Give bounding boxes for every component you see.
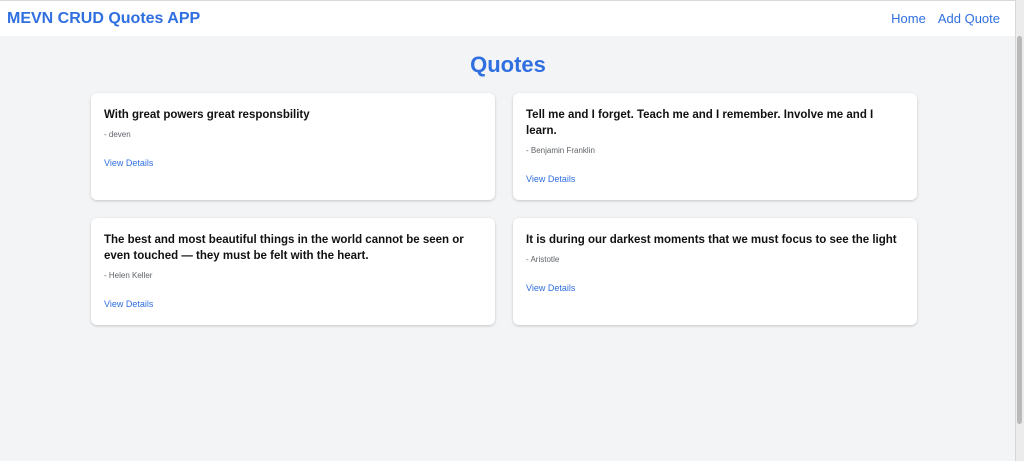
view-details-link[interactable]: View Details (104, 158, 153, 168)
page-title: Quotes (470, 52, 546, 77)
view-details-link[interactable]: View Details (526, 174, 575, 184)
quote-author: - deven (104, 130, 131, 139)
nav-add-quote-link[interactable]: Add Quote (938, 11, 1000, 26)
quote-author: - Aristotle (526, 255, 560, 264)
quote-card: Tell me and I forget. Teach me and I rem… (513, 93, 917, 200)
quote-card: It is during our darkest moments that we… (513, 218, 917, 325)
quote-author: - Helen Keller (104, 271, 153, 280)
top-navbar: MEVN CRUD Quotes APP Home Add Quote (0, 0, 1016, 36)
vertical-scrollbar[interactable] (1015, 0, 1024, 461)
quotes-grid: With great powers great responsbility - … (91, 93, 917, 325)
quote-text: The best and most beautiful things in th… (104, 234, 464, 262)
quote-card: With great powers great responsbility - … (91, 93, 495, 200)
quote-author: - Benjamin Franklin (526, 146, 595, 155)
scrollbar-thumb[interactable] (1017, 36, 1022, 424)
brand-link[interactable]: MEVN CRUD Quotes APP (7, 10, 200, 28)
quote-text: With great powers great responsbility (104, 109, 310, 121)
nav-home-link[interactable]: Home (891, 11, 926, 26)
view-details-link[interactable]: View Details (104, 299, 153, 309)
view-details-link[interactable]: View Details (526, 283, 575, 293)
quote-text: It is during our darkest moments that we… (526, 234, 897, 246)
nav-links: Home Add Quote (891, 11, 1000, 26)
app-page: MEVN CRUD Quotes APP Home Add Quote Quot… (0, 0, 1016, 461)
quote-text: Tell me and I forget. Teach me and I rem… (526, 109, 874, 137)
quote-card: The best and most beautiful things in th… (91, 218, 495, 325)
